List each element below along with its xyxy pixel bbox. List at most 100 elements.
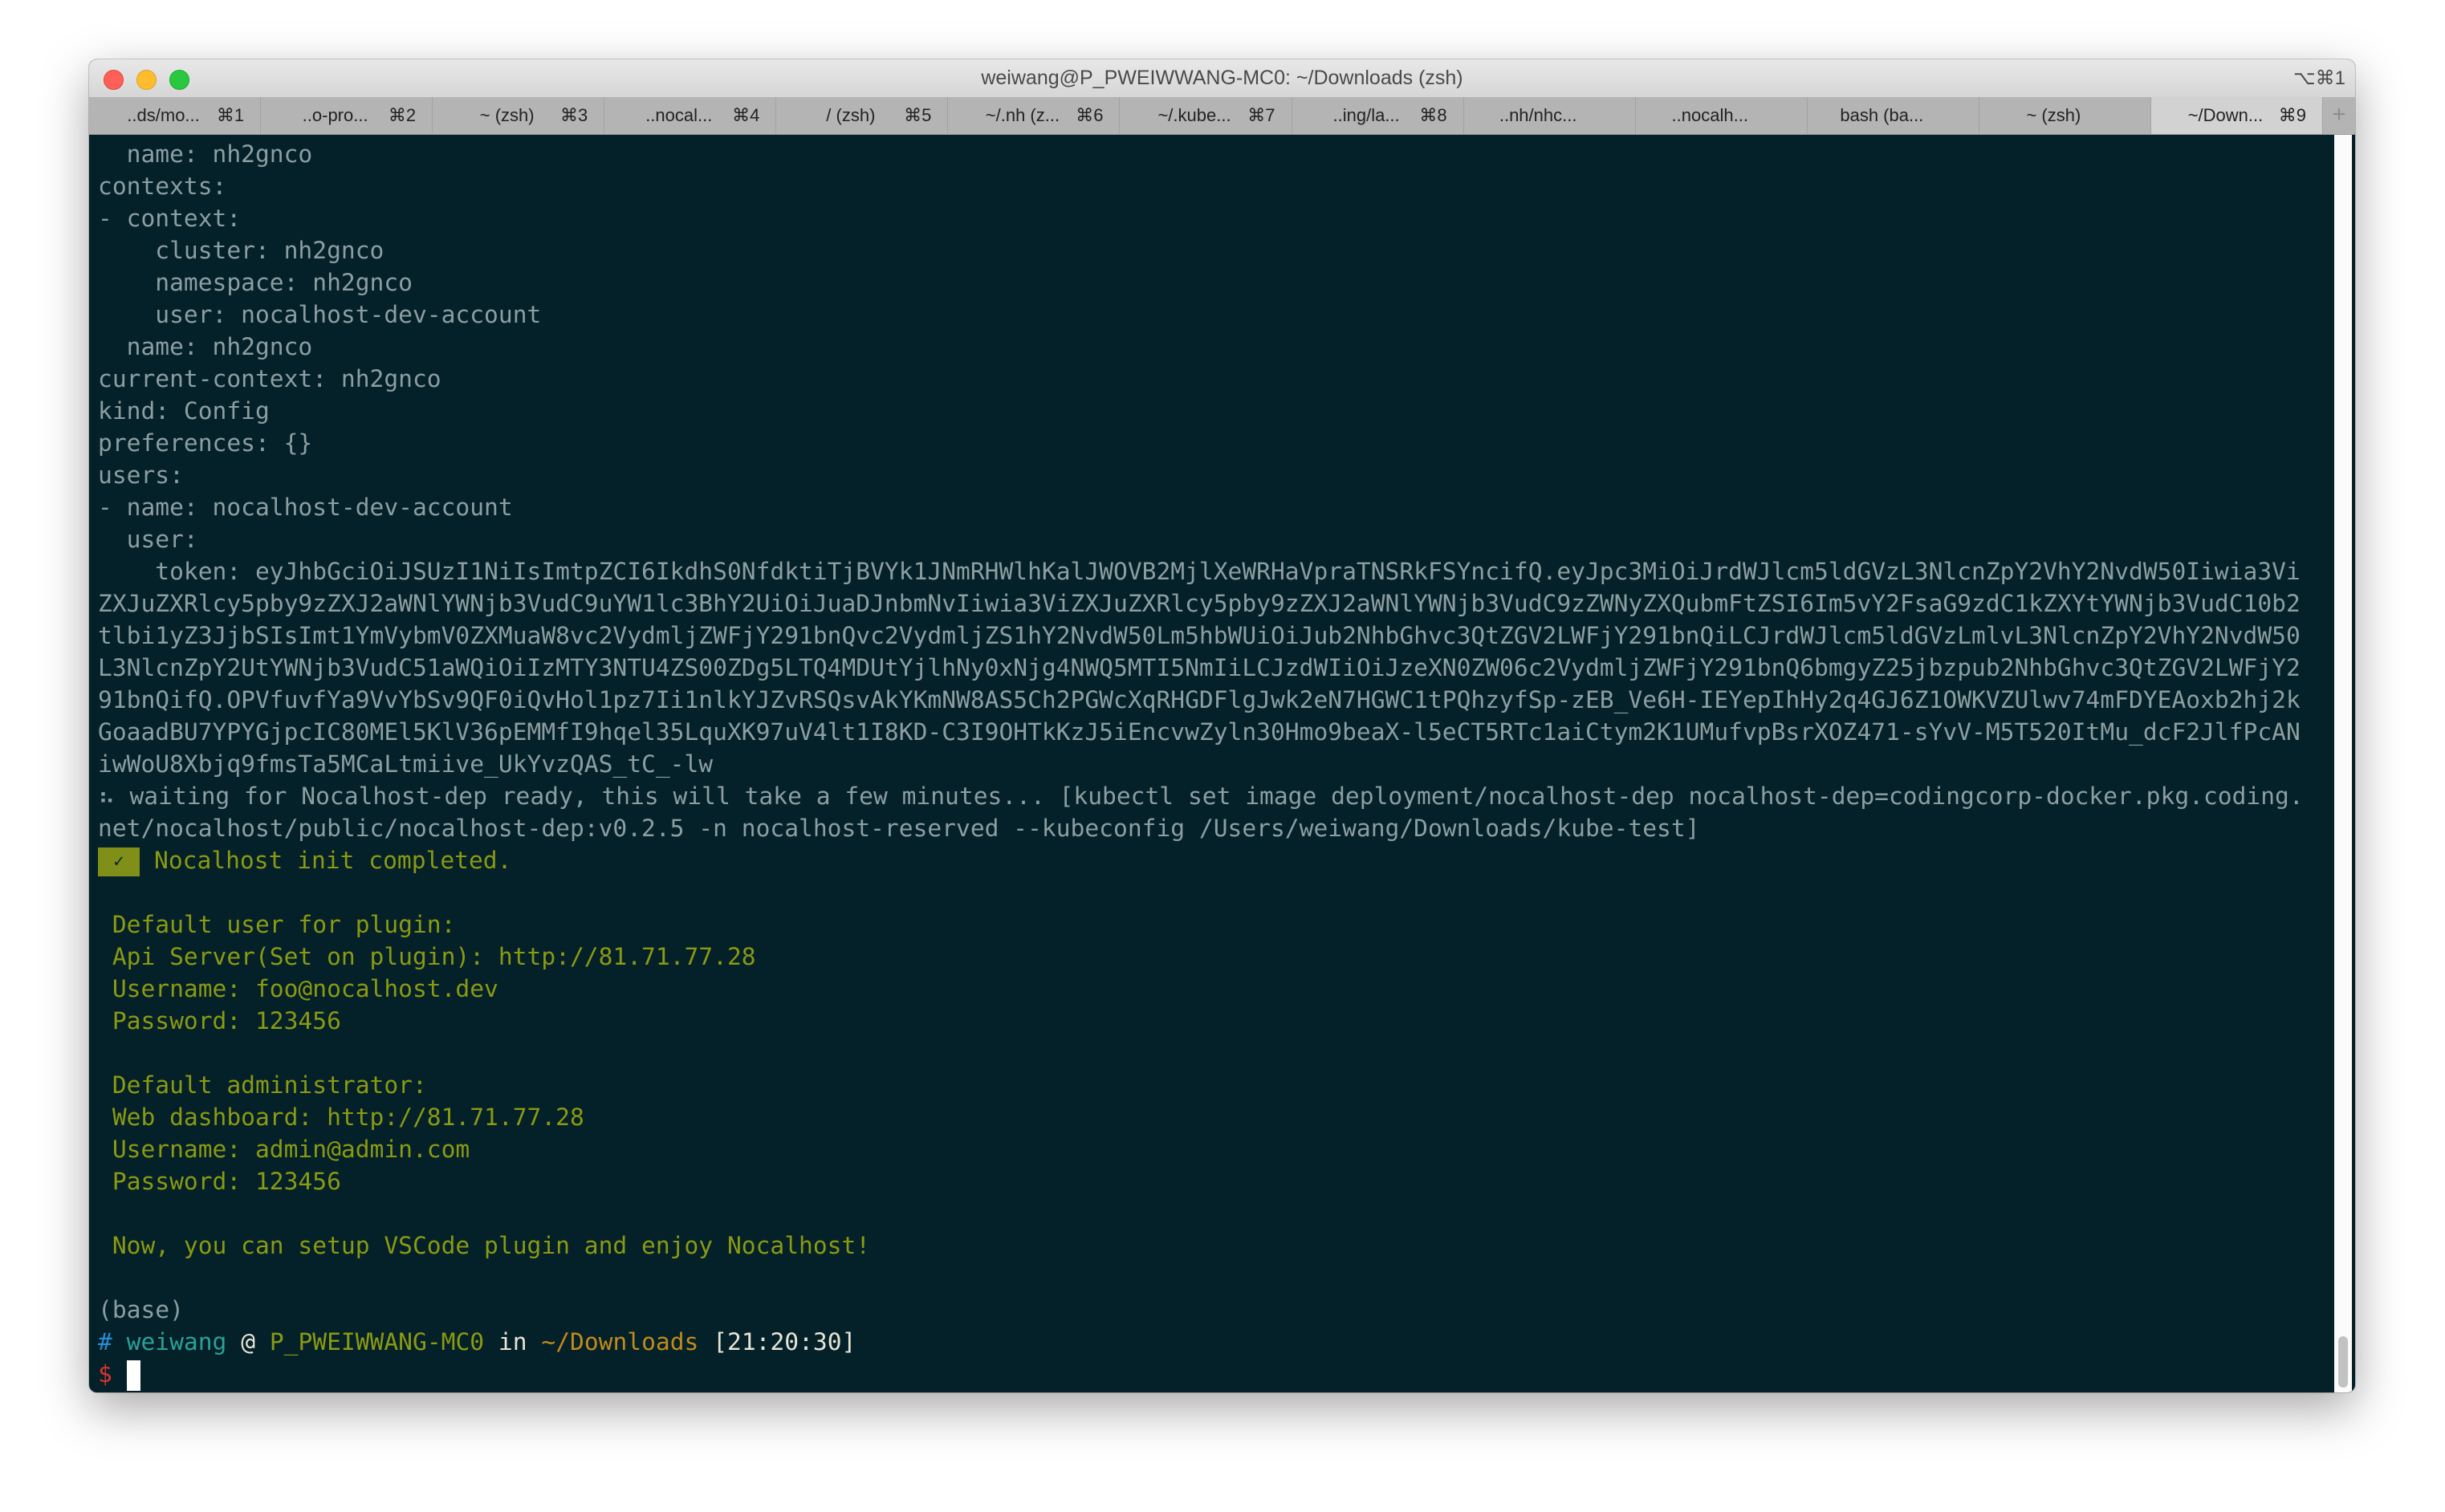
tab-label: ~ (zsh)	[2026, 105, 2081, 125]
terminal-line: ZXJuZXRlcy5pby9zZXJ2aWNlYWNjb3VudC9uYW1l…	[98, 587, 2304, 620]
tab-2[interactable]: ..o-pro... ⌘2	[261, 97, 433, 134]
terminal-text: user:	[98, 526, 198, 553]
terminal-text: name: nh2gnco	[98, 333, 313, 360]
tab-3[interactable]: ~ (zsh) ⌘3	[433, 97, 605, 134]
terminal-text: name: nh2gnco	[98, 140, 313, 168]
terminal-line: Username: admin@admin.com	[98, 1133, 2304, 1165]
terminal-text: ~/Downloads	[541, 1328, 699, 1356]
terminal-text: Password: 123456	[98, 1007, 341, 1034]
tab-shortcut: ⌘9	[2278, 105, 2307, 125]
tab-label: ~/.kube...	[1157, 105, 1231, 125]
tab-label: ~/.nh (z...	[985, 105, 1060, 125]
tab-bar: ..ds/mo... ⌘1 ..o-pro... ⌘2 ~ (zsh) ⌘3 ..nocal…	[89, 97, 2355, 135]
new-tab-button[interactable]: +	[2323, 97, 2355, 134]
terminal-text: weiwang	[112, 1328, 227, 1356]
terminal-line: user:	[98, 523, 2304, 555]
terminal-line: users:	[98, 459, 2304, 491]
terminal-text: 91bnQifQ.OPVfuvfYa9VvYbSv9QF0iQvHol1pz7I…	[98, 686, 2301, 713]
tab-label: ~/Down...	[2187, 105, 2264, 125]
terminal-line: $	[98, 1358, 2304, 1391]
terminal-line: preferences: {}	[98, 427, 2304, 459]
terminal-line: cluster: nh2gnco	[98, 234, 2304, 266]
tab-10[interactable]: ..nocalh...	[1636, 97, 1808, 134]
tab-9[interactable]: ..nh/nhc...	[1464, 97, 1636, 134]
terminal-line: kind: Config	[98, 395, 2304, 427]
scrollbar[interactable]	[2334, 135, 2352, 1392]
tab-label: ..o-pro...	[302, 105, 368, 125]
terminal-line: L3NlcnZpY2UtYWNjb3VudC51aWQiOiIzMTY3NTU4…	[98, 652, 2304, 684]
terminal-line: Password: 123456	[98, 1005, 2304, 1037]
tab-8[interactable]: ..ing/la... ⌘8	[1292, 97, 1464, 134]
tab-shortcut: ⌘5	[904, 105, 932, 125]
terminal-line: name: nh2gnco	[98, 331, 2304, 363]
terminal-text: iwWoU8Xbjq9fmsTa5MCaLtmiive_UkYvzQAS_tC_…	[98, 750, 714, 778]
tab-label: ~ (zsh)	[479, 105, 535, 125]
terminal-line: namespace: nh2gnco	[98, 266, 2304, 299]
terminal-text: (base)	[98, 1296, 184, 1323]
tab-6[interactable]: ~/.nh (z... ⌘6	[948, 97, 1121, 134]
terminal-text: [21:20:30]	[698, 1328, 856, 1356]
terminal-line: user: nocalhost-dev-account	[98, 299, 2304, 331]
terminal-text: Api Server(Set on plugin): http://81.71.…	[98, 943, 756, 970]
tab-shortcut: ⌘4	[732, 105, 760, 125]
terminal-content[interactable]: name: nh2gnco contexts: - context: cluster…	[89, 135, 2355, 1392]
tab-shortcut: ⌘6	[1076, 105, 1104, 125]
terminal-text: Web dashboard: http://81.71.77.28	[98, 1104, 584, 1131]
terminal-output: name: nh2gnco contexts: - context: cluster…	[98, 138, 2304, 1391]
tab-11[interactable]: bash (ba...	[1808, 97, 1979, 134]
terminal-text: cluster: nh2gnco	[98, 237, 384, 264]
terminal-text: GoaadBU7YPYGjpcIC80MEl5KlV36pEMMfI9hqel3…	[98, 718, 2301, 746]
terminal-line: contexts:	[98, 170, 2304, 202]
terminal-line: # weiwang @ P_PWEIWWANG-MC0 in ~/Downloa…	[98, 1326, 2304, 1358]
terminal-line: GoaadBU7YPYGjpcIC80MEl5KlV36pEMMfI9hqel3…	[98, 716, 2304, 748]
tab-1[interactable]: ..ds/mo... ⌘1	[89, 97, 262, 134]
terminal-line: current-context: nh2gnco	[98, 363, 2304, 395]
tab-4[interactable]: ..nocal... ⌘4	[604, 97, 777, 134]
tab-5[interactable]: / (zsh) ⌘5	[776, 97, 949, 134]
terminal-text: net/nocalhost/public/nocalhost-dep:v0.2.…	[98, 815, 1700, 842]
terminal-text: users:	[98, 461, 184, 489]
terminal-text: - name: nocalhost-dev-account	[98, 494, 513, 521]
scrollbar-thumb[interactable]	[2338, 1336, 2348, 1388]
terminal-text: Nocalhost init completed.	[154, 847, 512, 874]
terminal-line: Username: foo@nocalhost.dev	[98, 973, 2304, 1005]
terminal-line: 91bnQifQ.OPVfuvfYa9VvYbSv9QF0iQvHol1pz7I…	[98, 684, 2304, 716]
terminal-text: Default user for plugin:	[98, 911, 456, 938]
terminal-text: Now, you can setup VSCode plugin and enj…	[98, 1232, 871, 1259]
tab-shortcut: ⌘3	[559, 105, 588, 125]
terminal-text: user: nocalhost-dev-account	[98, 301, 542, 328]
success-check-icon: ✓	[98, 847, 140, 876]
tab-shortcut: ⌘2	[388, 105, 417, 125]
terminal-text: tlbi1yZ3JjbSIsImt1YmVybmV0ZXMuaW8vc2Vydm…	[98, 622, 2301, 649]
terminal-line: name: nh2gnco	[98, 138, 2304, 170]
terminal-text: contexts:	[98, 173, 227, 200]
tab-13[interactable]: ~/Down... ⌘9	[2150, 97, 2324, 134]
terminal-text: token: eyJhbGciOiJSUzI1NiIsImtpZCI6IkdhS…	[98, 558, 2301, 585]
tab-shortcut: ⌘8	[1419, 105, 1447, 125]
terminal-line: tlbi1yZ3JjbSIsImt1YmVybmV0ZXMuaW8vc2Vydm…	[98, 620, 2304, 652]
terminal-text: in	[484, 1328, 542, 1356]
terminal-text: - context:	[98, 205, 242, 232]
terminal-text: Username: admin@admin.com	[98, 1136, 470, 1163]
terminal-text: P_PWEIWWANG-MC0	[269, 1328, 485, 1356]
terminal-line: token: eyJhbGciOiJSUzI1NiIsImtpZCI6IkdhS…	[98, 555, 2304, 587]
terminal-text: Username: foo@nocalhost.dev	[98, 975, 498, 1002]
terminal-text: namespace: nh2gnco	[98, 269, 413, 296]
tab-12[interactable]: ~ (zsh)	[1979, 97, 2151, 134]
tab-label: ..ing/la...	[1332, 105, 1400, 125]
tab-7[interactable]: ~/.kube... ⌘7	[1120, 97, 1292, 134]
tab-label: ..nocal...	[645, 105, 713, 125]
terminal-text: kind: Config	[98, 397, 270, 425]
terminal-line: Password: 123456	[98, 1165, 2304, 1197]
terminal-text: Default administrator:	[98, 1071, 427, 1099]
title-bar: weiwang@P_PWEIWWANG-MC0: ~/Downloads (zs…	[89, 59, 2355, 98]
terminal-line: iwWoU8Xbjq9fmsTa5MCaLtmiive_UkYvzQAS_tC_…	[98, 748, 2304, 780]
tab-label: bash (ba...	[1840, 105, 1924, 125]
terminal-line: Default user for plugin:	[98, 908, 2304, 941]
text-cursor	[126, 1360, 140, 1391]
terminal-line: ⠦ waiting for Nocalhost-dep ready, this …	[98, 780, 2304, 812]
terminal-text: $	[98, 1360, 127, 1388]
terminal-line: ✓ Nocalhost init completed.	[98, 844, 2304, 876]
window-shortcut: ⌥⌘1	[2292, 67, 2345, 89]
